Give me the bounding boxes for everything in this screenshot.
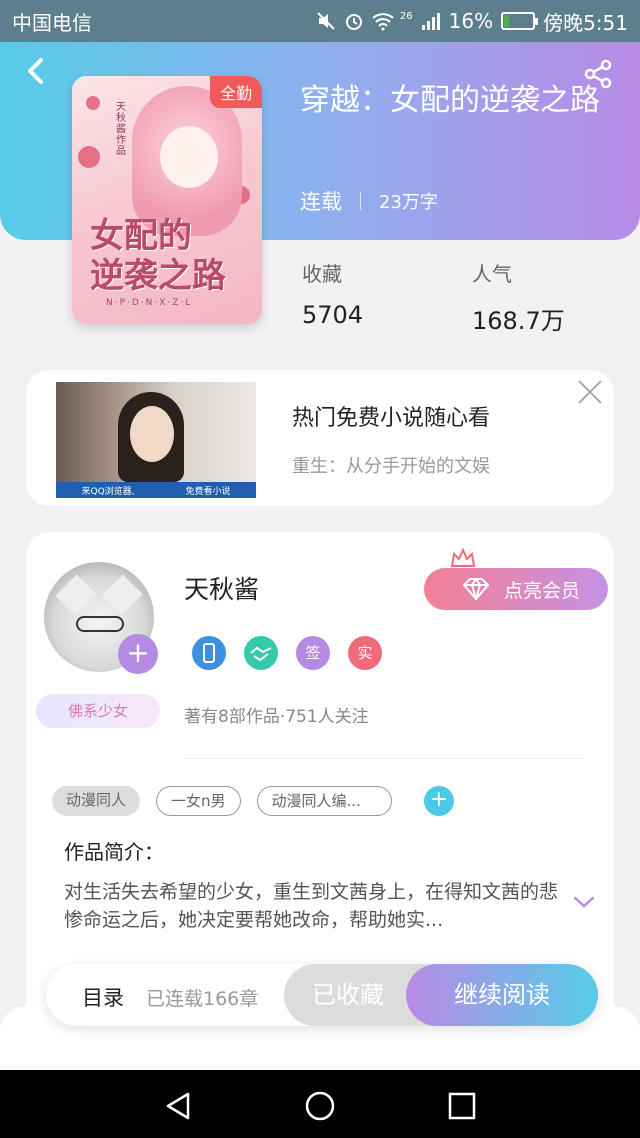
cover-title-line: 女配的 — [90, 216, 192, 256]
vip-button[interactable]: 点亮会员 — [424, 568, 608, 610]
author-badges: 签 实 — [192, 636, 382, 670]
avatar-cat-ear — [55, 574, 97, 616]
triangle-back-icon — [166, 1092, 190, 1120]
diamond-icon — [462, 578, 490, 600]
sign-badge-icon[interactable]: 签 — [296, 636, 330, 670]
toc-button[interactable]: 目录 — [82, 982, 124, 1012]
ad-image-caption: 来QQ浏览器, 免费看小说 — [56, 482, 256, 498]
action-bar: 目录 已连载166章 已收藏 继续阅读 — [46, 964, 598, 1026]
avatar-glasses — [76, 616, 124, 632]
battery-icon — [501, 12, 539, 30]
system-nav-bar — [0, 1070, 640, 1138]
ad-caption-right: 免费看小说 — [185, 486, 231, 497]
book-meta: 连载 23万字 — [300, 186, 438, 216]
signal-icon — [421, 11, 441, 31]
network-type: 26 — [399, 10, 413, 22]
stat-value: 5704 — [302, 301, 364, 329]
continue-reading-button[interactable]: 继续阅读 — [406, 964, 598, 1026]
word-count: 23万字 — [379, 192, 438, 213]
alarm-icon — [344, 11, 364, 31]
stat-value: 168.7万 — [472, 307, 565, 335]
add-tag-button[interactable]: + — [423, 786, 454, 816]
stat-label: 收藏 — [302, 262, 342, 286]
tag[interactable]: 动漫同人 — [52, 786, 141, 816]
intro-label: 作品简介： — [64, 840, 164, 864]
author-stats: 著有8部作品·751人关注 — [184, 707, 369, 727]
tag[interactable]: 动漫同人编... — [256, 786, 392, 816]
follow-author-button[interactable]: + — [118, 634, 158, 674]
cover-flower — [78, 146, 100, 168]
back-arrow-icon — [28, 58, 43, 84]
real-badge-icon[interactable]: 实 — [348, 636, 382, 670]
back-button[interactable] — [22, 56, 52, 86]
popularity-stat: 人气 168.7万 — [472, 258, 565, 336]
cover-illustration-face — [160, 126, 218, 188]
favorites-stat: 收藏 5704 — [302, 258, 363, 329]
intro-text[interactable]: 对生活失去希望的少女，重生到文茜身上，在得知文茜的悲惨命运之后，她决定要帮她改命… — [64, 878, 564, 934]
status-icons: 26 16% 傍晚5:51 — [316, 7, 628, 36]
status-bar: 中国电信 26 16% 傍晚5:51 — [0, 0, 640, 42]
stat-label: 人气 — [472, 262, 512, 286]
nav-home-button[interactable] — [304, 1090, 336, 1122]
battery-percent: 16% — [448, 9, 494, 33]
nav-recents-button[interactable] — [446, 1090, 478, 1122]
wifi-icon — [372, 11, 394, 31]
crown-icon — [450, 548, 476, 567]
cover-title-line: 逆袭之路 — [90, 256, 226, 296]
cover-author: 天秋酱作品 — [116, 102, 126, 157]
serial-status: 连载 — [300, 190, 342, 214]
ad-caption-left: 来QQ浏览器, — [81, 486, 135, 497]
nav-back-button[interactable] — [162, 1090, 194, 1122]
battery-fill — [504, 15, 509, 27]
book-title: 穿越：女配的逆袭之路 — [300, 83, 600, 118]
expand-intro-button[interactable] — [572, 894, 596, 910]
book-cover[interactable]: 天秋酱作品 女配的 逆袭之路 N·P·D·N·X·Z·L 全勤 — [72, 76, 262, 324]
cover-pinyin: N·P·D·N·X·Z·L — [106, 298, 193, 308]
phone-badge-icon[interactable] — [192, 636, 226, 670]
persona-tag: 佛系少女 — [36, 694, 160, 728]
mute-icon — [316, 11, 336, 31]
author-name[interactable]: 天秋酱 — [184, 570, 259, 606]
circle-home-icon — [305, 1091, 335, 1121]
full-attendance-badge: 全勤 — [209, 76, 262, 108]
book-tags: 动漫同人 一女n男 动漫同人编... + — [52, 786, 454, 816]
ad-card[interactable]: 来QQ浏览器, 免费看小说 热门免费小说随心看 重生：从分手开始的文娱 — [26, 370, 614, 506]
square-recents-icon — [448, 1092, 476, 1120]
avatar-cat-ear — [101, 574, 143, 616]
chapter-count[interactable]: 已连载166章 — [146, 984, 258, 1011]
vip-button-label: 点亮会员 — [503, 579, 580, 602]
ad-subtitle: 重生：从分手开始的文娱 — [292, 456, 490, 477]
close-icon — [578, 380, 602, 404]
chevron-down-icon — [573, 896, 595, 908]
carrier-label: 中国电信 — [12, 10, 92, 35]
clock: 傍晚5:51 — [543, 10, 628, 35]
handshake-badge-icon[interactable] — [244, 636, 278, 670]
meta-divider — [360, 192, 361, 210]
divider — [184, 758, 584, 759]
ad-image: 来QQ浏览器, 免费看小说 — [56, 382, 256, 498]
cover-flower — [86, 96, 100, 110]
ad-close-button[interactable] — [576, 378, 604, 406]
cover-title: 女配的 逆袭之路 — [90, 216, 226, 296]
ad-person-face — [130, 406, 174, 462]
ad-title: 热门免费小说随心看 — [292, 406, 491, 431]
tag[interactable]: 一女n男 — [156, 786, 241, 816]
